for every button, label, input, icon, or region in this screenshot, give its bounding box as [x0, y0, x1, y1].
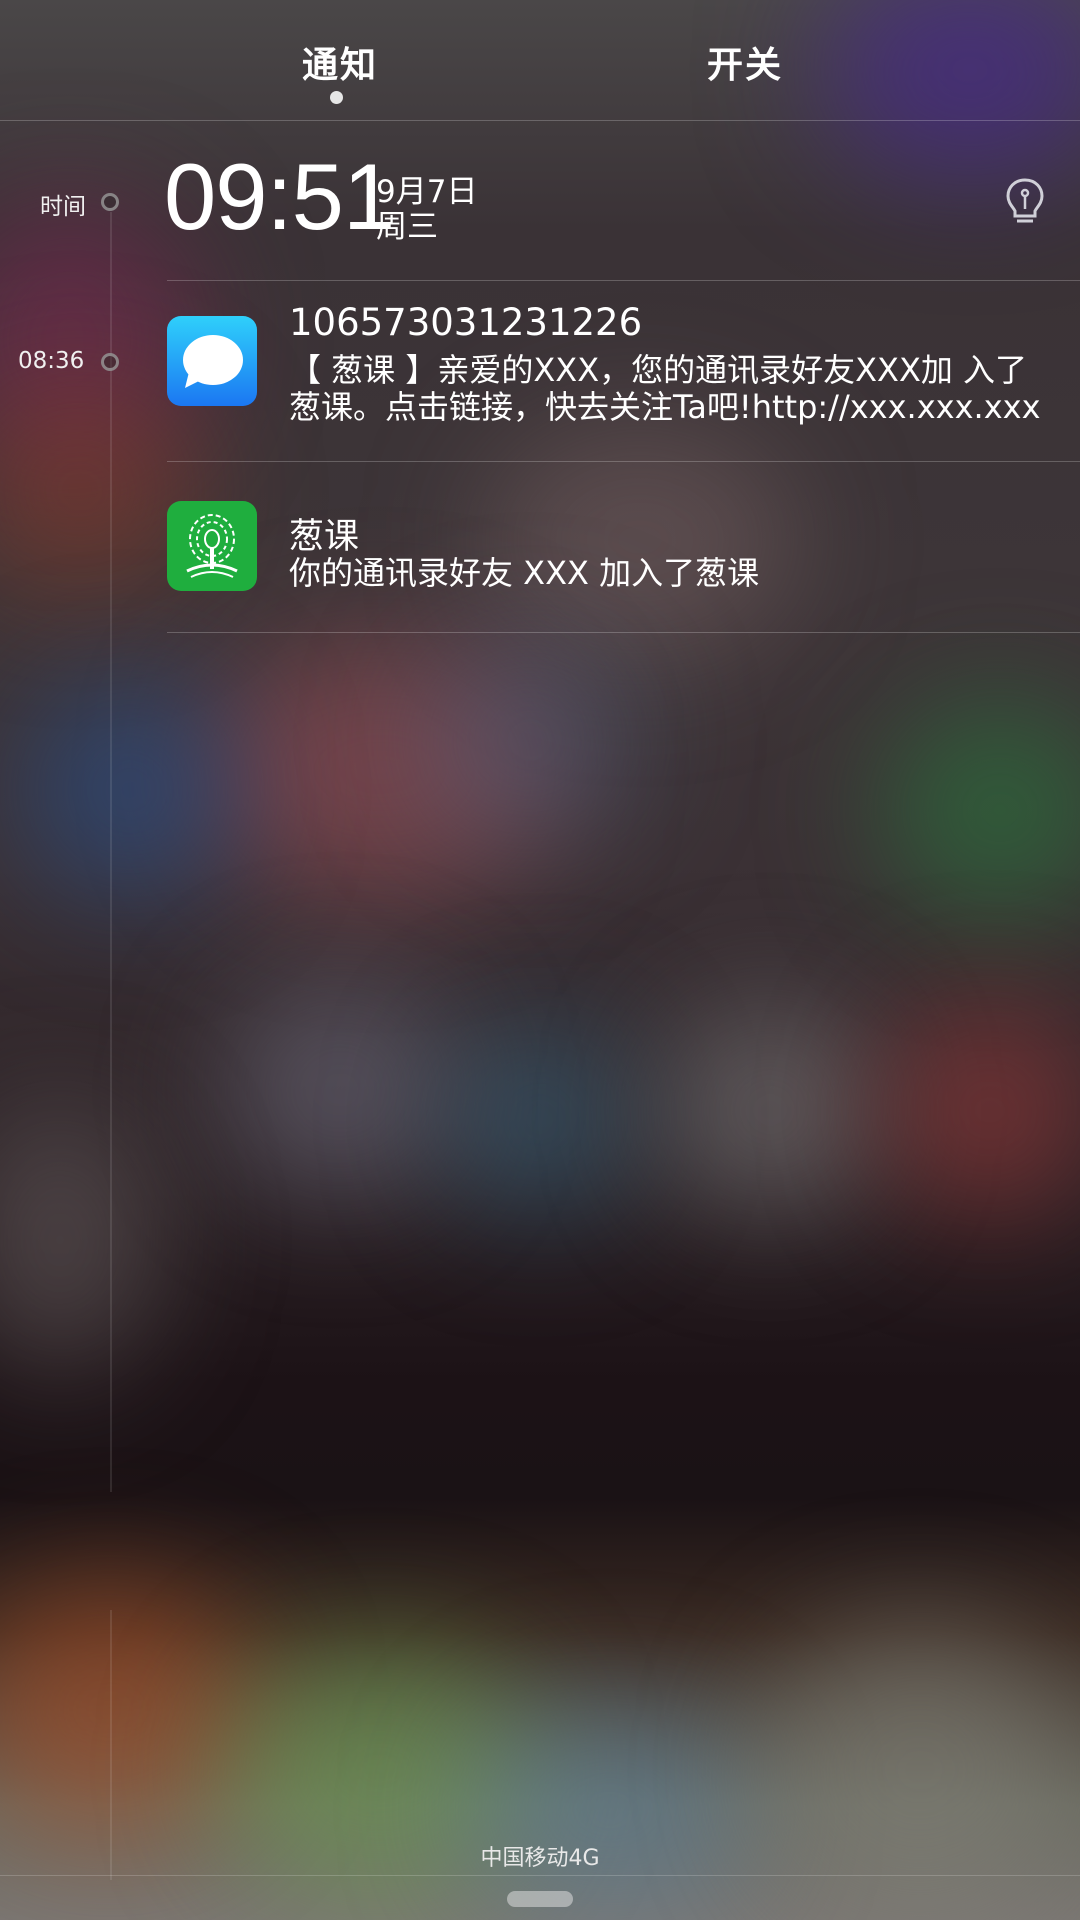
divider — [167, 461, 1080, 462]
blurred-wallpaper — [0, 0, 1080, 1920]
message-bubble-icon — [167, 316, 257, 406]
pull-handle[interactable] — [507, 1891, 573, 1907]
timeline-entry-time: 08:36 — [18, 348, 85, 374]
tab-toggles[interactable]: 开关 — [707, 36, 783, 88]
timeline-dot — [101, 353, 119, 371]
timeline-dot — [101, 193, 119, 211]
notification-title: 106573031231226 — [289, 301, 643, 344]
notification-title: 葱课 — [289, 517, 360, 557]
divider — [167, 632, 1080, 633]
bottom-divider — [0, 1875, 1080, 1876]
clock-time: 09:51 — [164, 144, 395, 249]
notification-body-line1: 【 葱课 】亲爱的XXX，您的通讯录好友XXX加 入了 — [289, 351, 1028, 389]
clock-weekday: 周三 — [376, 209, 438, 245]
divider — [167, 280, 1080, 281]
active-tab-indicator — [330, 91, 343, 104]
tree-logo-icon — [167, 501, 257, 591]
timeline-header-label: 时间 — [40, 194, 86, 220]
header-divider — [0, 120, 1080, 121]
notification-body-line2: 葱课。点击链接，快去关注Ta吧!http://xxx.xxx.xxx — [289, 388, 1041, 426]
lightbulb-icon[interactable] — [1000, 176, 1050, 226]
timeline-line — [110, 212, 112, 1492]
carrier-label: 中国移动4G — [480, 1846, 600, 1871]
tab-notifications[interactable]: 通知 — [302, 36, 378, 88]
notification-body: 你的通讯录好友 XXX 加入了葱课 — [289, 554, 760, 592]
top-tab-bar: 通知 开关 — [0, 0, 1080, 120]
